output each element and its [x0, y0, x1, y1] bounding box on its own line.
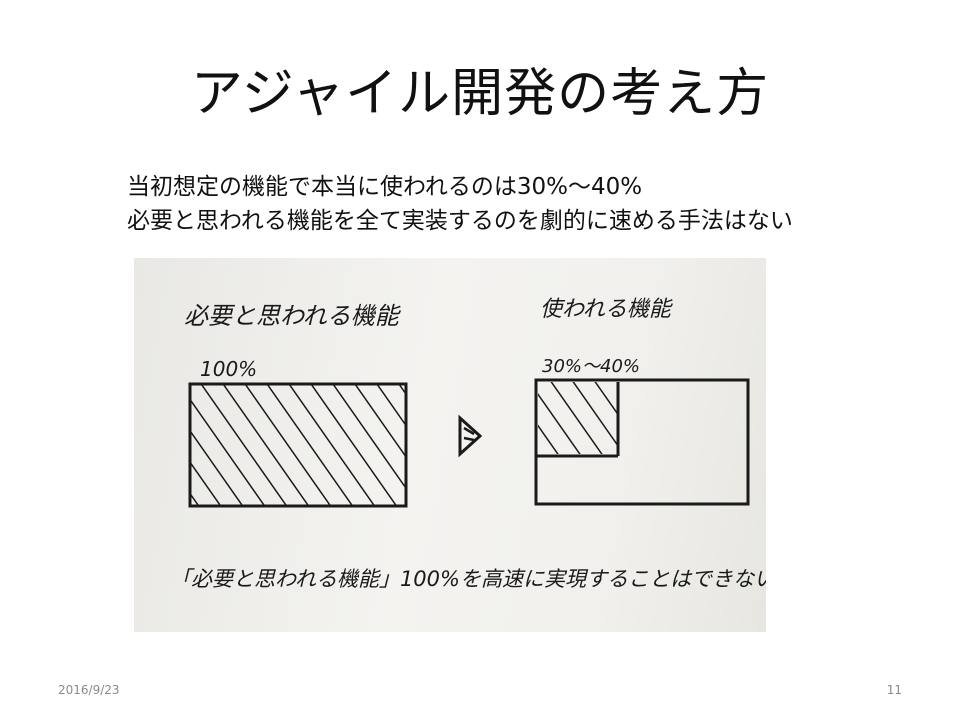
slide: アジャイル開発の考え方 当初想定の機能で本当に使われるのは30%～40% 必要と…	[0, 0, 960, 720]
footer-date: 2016/9/23	[58, 683, 120, 697]
body-line-2: 必要と思われる機能を全て実装するのを劇的に速める手法はない	[127, 208, 793, 234]
body-line-1: 当初想定の機能で本当に使われるのは30%～40%	[127, 174, 643, 200]
body-text: 当初想定の機能で本当に使われるのは30%～40% 必要と思われる機能を全て実装す…	[127, 170, 927, 238]
arrow-right-icon	[458, 414, 483, 458]
handwritten-sketch-photo: 必要と思われる機能 100% 使われる機能 30%～40% 「必要と思われる機能…	[134, 258, 766, 632]
slide-title: アジャイル開発の考え方	[190, 64, 770, 124]
left-heading: 必要と思われる機能	[184, 302, 402, 330]
right-used-portion	[538, 382, 618, 454]
left-feature-box	[188, 382, 408, 508]
right-percent: 30%～40%	[542, 356, 640, 377]
right-heading: 使われる機能	[540, 297, 674, 322]
sketch-drawing: 必要と思われる機能 100% 使われる機能 30%～40% 「必要と思われる機能…	[170, 297, 766, 591]
left-percent: 100%	[200, 357, 257, 381]
sketch-caption: 「必要と思われる機能」100%を高速に実現することはできない	[170, 567, 766, 591]
page-number: 11	[886, 683, 902, 697]
